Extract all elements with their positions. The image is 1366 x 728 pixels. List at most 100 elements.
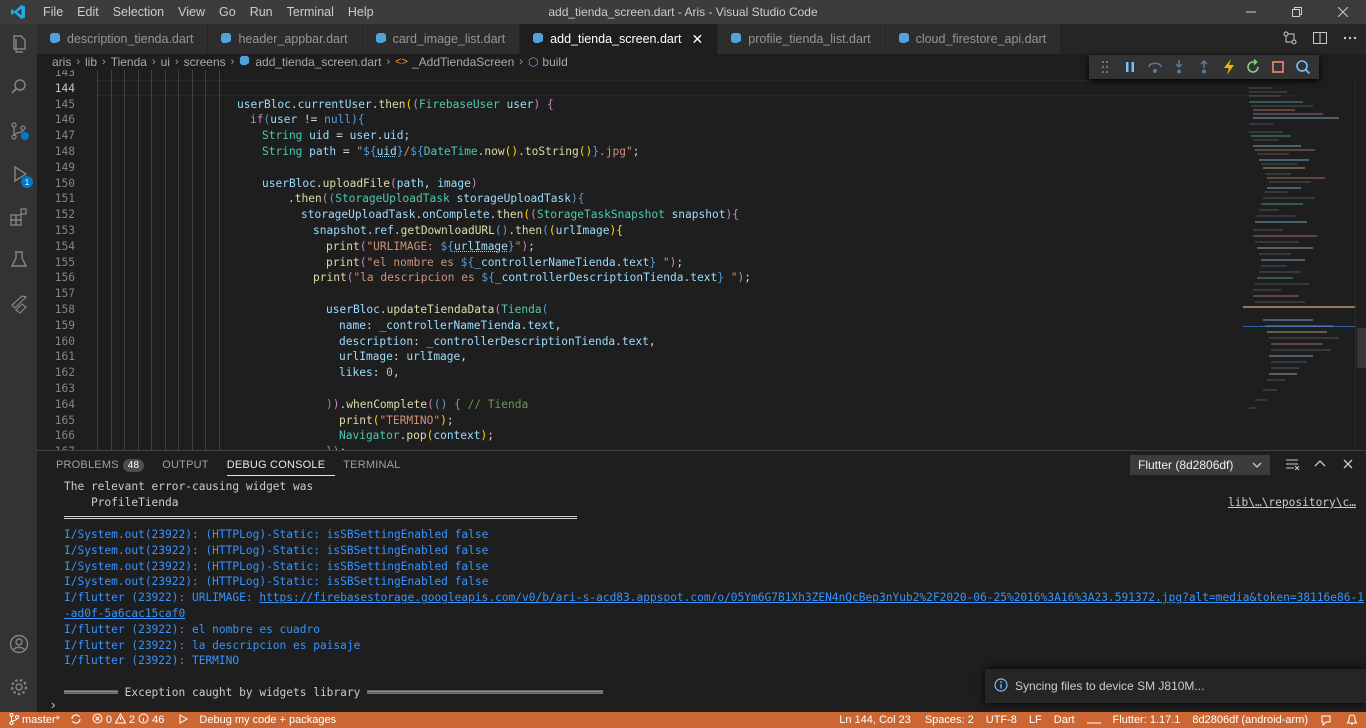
tab-output[interactable]: OUTPUT xyxy=(162,451,218,479)
dart-analysis-icon[interactable] xyxy=(1081,712,1107,728)
language-mode[interactable]: Dart xyxy=(1048,712,1081,728)
settings-gear-icon[interactable] xyxy=(0,667,37,707)
tab-cloud-firestore-api[interactable]: cloud_firestore_api.dart xyxy=(885,24,1062,54)
breadcrumb-aris[interactable]: aris xyxy=(52,55,71,69)
class-icon: <> xyxy=(395,56,408,68)
source-location-link[interactable]: lib\…\repository\c… xyxy=(1228,496,1356,509)
hot-reload-icon[interactable] xyxy=(1220,58,1238,76)
indentation[interactable]: Spaces: 2 xyxy=(919,712,980,728)
chevron-right-icon: › xyxy=(519,56,523,68)
account-icon[interactable] xyxy=(0,624,37,664)
close-tab-icon[interactable]: ✕ xyxy=(692,31,704,48)
editor-scrollbar[interactable] xyxy=(1355,80,1366,450)
code-area[interactable]: userBloc.currentUser.then((FirebaseUser … xyxy=(97,70,1297,450)
step-into-icon[interactable] xyxy=(1170,58,1188,76)
line-number: 159 xyxy=(54,318,75,332)
tab-add-tienda-screen[interactable]: add_tienda_screen.dart ✕ xyxy=(520,24,719,54)
close-window-button[interactable] xyxy=(1320,0,1366,24)
breadcrumb-tienda[interactable]: Tienda xyxy=(111,55,147,69)
console-line: I/flutter (23922): el nombre es cuadro xyxy=(64,622,320,636)
flutter-version[interactable]: Flutter: 1.17.1 xyxy=(1107,712,1187,728)
info-icon xyxy=(994,677,1008,695)
menu-file[interactable]: File xyxy=(36,0,70,24)
minimize-button[interactable] xyxy=(1228,0,1274,24)
testing-icon[interactable] xyxy=(0,240,37,280)
tab-header-appbar[interactable]: header_appbar.dart xyxy=(208,24,363,54)
drag-handle-icon[interactable] xyxy=(1096,58,1114,76)
menu-run[interactable]: Run xyxy=(243,0,280,24)
tab-debug-console[interactable]: DEBUG CONSOLE xyxy=(226,454,336,476)
info-status-icon xyxy=(138,713,149,727)
tab-description-tienda[interactable]: description_tienda.dart xyxy=(37,24,209,54)
breadcrumb-method[interactable]: build xyxy=(542,55,567,69)
git-branch[interactable]: master* xyxy=(0,712,65,728)
maximize-panel-icon[interactable] xyxy=(1312,456,1328,475)
menu-terminal[interactable]: Terminal xyxy=(280,0,341,24)
firebase-url-link-cont[interactable]: -ad0f-5a6cac15caf0 xyxy=(64,606,185,622)
extensions-icon[interactable] xyxy=(0,197,37,237)
indent-guide xyxy=(192,70,193,450)
code-line-161: urlImage: urlImage, xyxy=(339,350,468,364)
line-number: 161 xyxy=(54,350,75,364)
tab-label: DEBUG CONSOLE xyxy=(226,459,326,471)
clear-console-icon[interactable] xyxy=(1284,456,1300,475)
cursor-position[interactable]: Ln 144, Col 23 xyxy=(831,712,919,728)
split-editor-icon[interactable] xyxy=(1312,30,1328,49)
feedback-icon[interactable] xyxy=(1314,712,1338,728)
error-count: 0 xyxy=(105,714,113,726)
breadcrumb-screens[interactable]: screens xyxy=(184,55,226,69)
step-over-icon[interactable] xyxy=(1146,58,1164,76)
menu-edit[interactable]: Edit xyxy=(70,0,106,24)
line-number: 154 xyxy=(54,239,75,253)
code-editor[interactable]: 143 144 145 146 147 148 149 150 151 152 … xyxy=(37,70,1366,450)
problems-summary[interactable]: 0 2 46 xyxy=(87,712,170,728)
notification-toast[interactable]: Syncing files to device SM J810M... xyxy=(985,669,1366,703)
firebase-url-link[interactable]: https://firebasestorage.googleapis.com/v… xyxy=(259,591,1364,604)
breadcrumb-class[interactable]: _AddTiendaScreen xyxy=(412,55,514,69)
dart-file-icon xyxy=(730,32,742,47)
menu-go[interactable]: Go xyxy=(212,0,243,24)
dart-file-icon xyxy=(49,32,61,47)
indent-guide xyxy=(138,70,139,450)
sync-status[interactable] xyxy=(65,712,87,728)
run-debug-icon[interactable]: 1 xyxy=(0,154,37,194)
debug-session-select[interactable]: Flutter (8d2806df) xyxy=(1130,455,1270,475)
notifications-bell-icon[interactable] xyxy=(1338,712,1366,728)
breadcrumb-file[interactable]: add_tienda_screen.dart xyxy=(255,55,381,69)
flutter-inspector-icon[interactable] xyxy=(1294,58,1312,76)
more-actions-icon[interactable] xyxy=(1342,30,1358,49)
explorer-icon[interactable] xyxy=(0,24,37,64)
step-out-icon[interactable] xyxy=(1195,58,1213,76)
line-number: 166 xyxy=(54,429,75,443)
indent-guide xyxy=(111,70,112,450)
search-icon[interactable] xyxy=(0,67,37,107)
restart-icon[interactable] xyxy=(1244,58,1262,76)
scrollbar-thumb[interactable] xyxy=(1357,328,1366,368)
menu-selection[interactable]: Selection xyxy=(106,0,171,24)
breadcrumb-ui[interactable]: ui xyxy=(161,55,170,69)
device-selector[interactable]: 8d2806df (android-arm) xyxy=(1186,712,1314,728)
line-ending[interactable]: LF xyxy=(1023,712,1048,728)
breadcrumb-lib[interactable]: lib xyxy=(85,55,97,69)
tab-profile-tienda-list[interactable]: profile_tienda_list.dart xyxy=(718,24,886,54)
debug-console-output: The relevant error-causing widget was Pr… xyxy=(64,479,1364,699)
debug-config[interactable]: Debug my code + packages xyxy=(173,712,341,728)
encoding[interactable]: UTF-8 xyxy=(980,712,1023,728)
source-control-icon[interactable] xyxy=(0,111,37,151)
dart-file-icon xyxy=(239,55,250,69)
git-branch-icon xyxy=(9,712,19,728)
debug-session-value: Flutter (8d2806df) xyxy=(1138,458,1234,472)
tab-terminal[interactable]: TERMINAL xyxy=(343,451,410,479)
compare-changes-icon[interactable] xyxy=(1282,30,1298,49)
menu-view[interactable]: View xyxy=(171,0,212,24)
restore-button[interactable] xyxy=(1274,0,1320,24)
close-panel-icon[interactable] xyxy=(1340,456,1356,475)
console-separator xyxy=(64,516,577,519)
stop-icon[interactable] xyxy=(1269,58,1287,76)
tab-problems[interactable]: PROBLEMS 48 xyxy=(56,451,154,479)
tab-card-image-list[interactable]: card_image_list.dart xyxy=(362,24,521,54)
minimap[interactable] xyxy=(1243,80,1355,420)
menu-help[interactable]: Help xyxy=(341,0,381,24)
pause-icon[interactable] xyxy=(1121,58,1139,76)
flutter-icon[interactable] xyxy=(0,284,37,324)
